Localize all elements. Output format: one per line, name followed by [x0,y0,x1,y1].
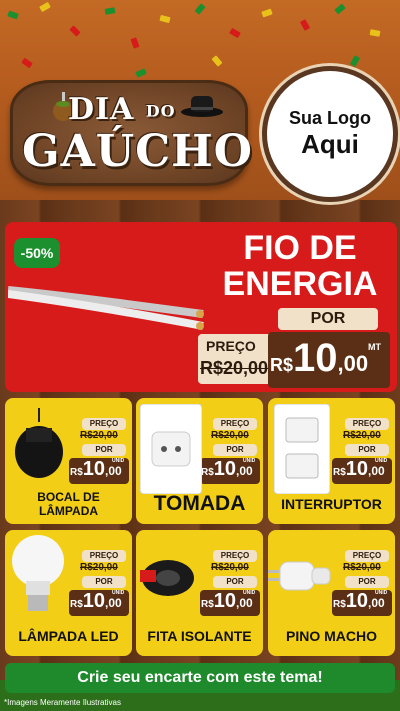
product-name: PINO MACHO [286,628,377,644]
hat-icon [181,96,223,117]
product-old-price: R$20,00 [211,430,249,441]
discount-badge: -50% [14,238,60,268]
hero-por-tag: POR [278,308,378,330]
tape-image [140,560,194,596]
product-name: LÂMPADA LED [18,628,119,644]
cable-image [8,286,204,330]
product-old-price: R$20,00 [80,430,118,441]
product-name: BOCAL DE LÂMPADA [37,490,100,518]
product-name: TOMADA [153,492,246,515]
product-preco-label: PREÇO [82,550,126,562]
product-por-label: POR [345,576,389,588]
hero-price: R$10,00 [270,336,369,380]
plug-image [268,561,331,591]
product-unit: UNID [375,458,388,464]
your-logo-line2: Aqui [301,129,359,159]
product-preco-label: PREÇO [82,418,126,430]
product-unit: UNID [243,458,256,464]
product-old-price: R$20,00 [211,562,249,573]
socket-lamp-image [15,408,63,478]
hero-title: FIO DE ENERGIA [222,229,378,303]
product-unit: UNID [243,590,256,596]
your-logo-placeholder[interactable]: Sua Logo Aqui [262,66,398,202]
images-disclaimer: *Imagens Meramente Ilustrativas [4,698,121,707]
product-name: FITA ISOLANTE [147,628,252,644]
product-old-price: R$20,00 [343,430,381,441]
create-flyer-button[interactable]: Crie seu encarte com este tema! [5,663,395,693]
product-preco-label: PREÇO [213,550,257,562]
switch-image [274,404,330,494]
product-name: INTERRUPTOR [281,496,382,512]
product-old-price: R$20,00 [80,562,118,573]
logo-text-gaucho: GAÚCHO [22,126,254,177]
hero-preco-label: PREÇO [206,338,256,354]
product-por-label: POR [213,444,257,456]
your-logo-line1: Sua Logo [289,108,371,128]
bulb-image [12,535,64,611]
product-por-label: POR [345,444,389,456]
product-preco-label: PREÇO [345,418,389,430]
socket-image [140,404,202,494]
product-unit: UNID [112,590,125,596]
product-preco-label: PREÇO [213,418,257,430]
product-unit: UNID [112,458,125,464]
product-por-label: POR [82,576,126,588]
product-por-label: POR [82,444,126,456]
product-por-label: POR [213,576,257,588]
product-preco-label: PREÇO [345,550,389,562]
hero-old-price: R$20,00 [200,358,269,378]
hero-unit: MT [368,342,381,352]
product-unit: UNID [375,590,388,596]
product-old-price: R$20,00 [343,562,381,573]
logo-text-dia: DIA DO [68,92,176,127]
